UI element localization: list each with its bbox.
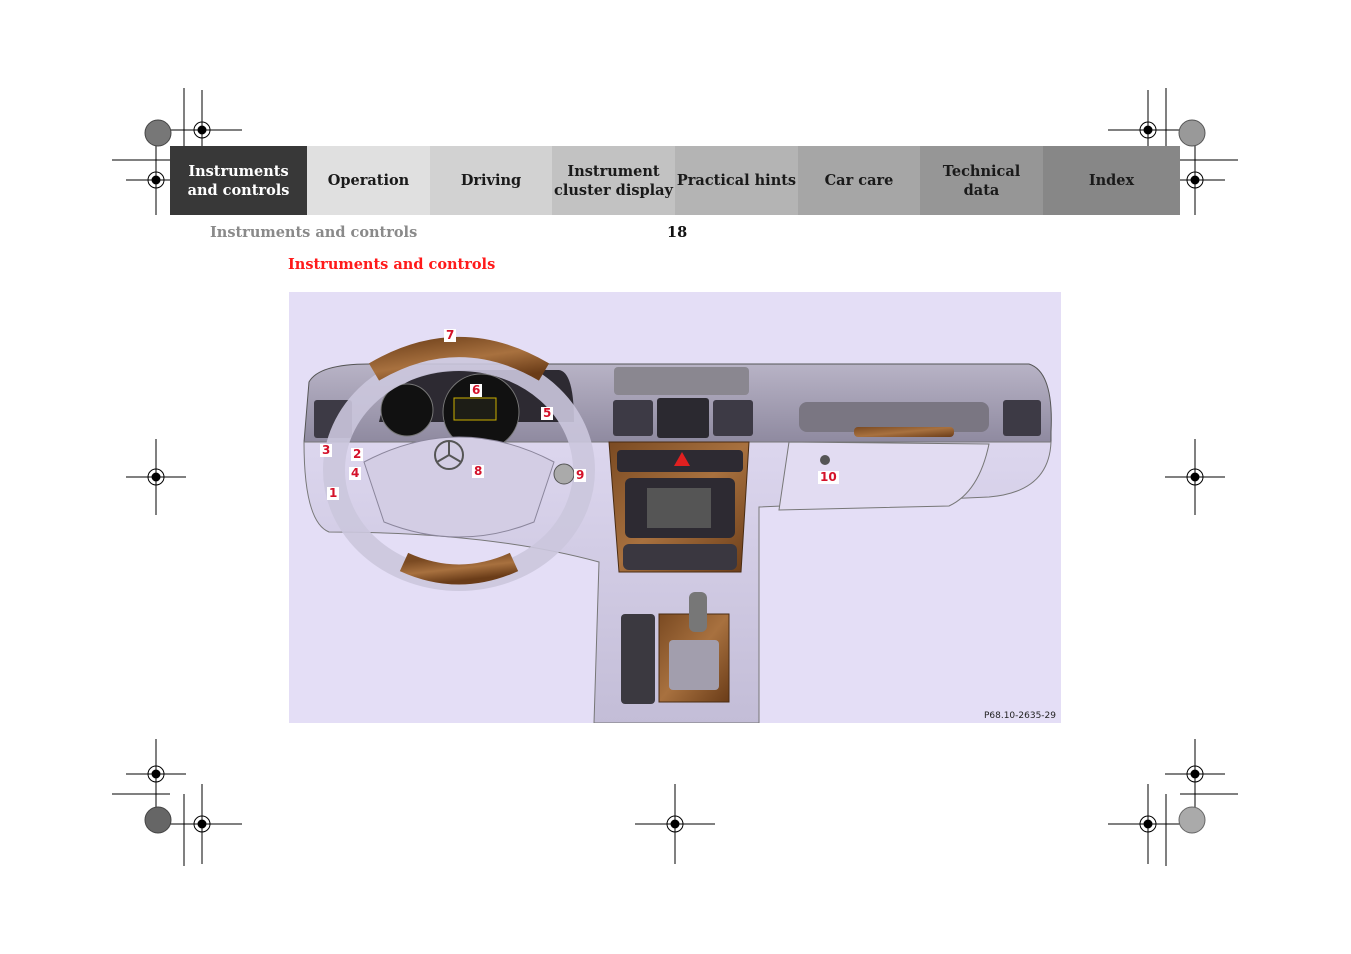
dashboard-drawing [303,337,1052,723]
glovebox-lock-icon [820,455,830,465]
tab-operation[interactable]: Operation [307,146,430,215]
callout-9: 9 [574,468,587,482]
page-number: 18 [667,224,688,241]
running-header: Instruments and controls [210,224,418,241]
chapter-nav: Instruments and controls Operation Drivi… [170,146,1180,215]
tab-label: Practical hints [676,172,797,189]
callout-8: 8 [472,464,485,478]
tab-label: Instruments and controls [187,162,290,199]
callout-10: 10 [818,470,839,484]
tab-instruments-and-controls[interactable]: Instruments and controls [170,146,307,215]
callout-3: 3 [320,443,333,457]
tab-practical-hints[interactable]: Practical hints [675,146,798,215]
tab-label: Car care [824,172,894,189]
figure-code: P68.10-2635-29 [983,711,1056,721]
tab-label: Instrument cluster display [554,162,673,199]
section-title: Instruments and controls [288,256,496,273]
tab-car-care[interactable]: Car care [798,146,920,215]
tab-label: Index [1088,172,1135,189]
callout-7: 7 [444,328,457,342]
air-vent-center-right [713,400,753,436]
callout-5: 5 [541,406,554,420]
callout-1: 1 [327,486,340,500]
air-vent-center-left [613,400,653,436]
dashboard-illustration: 1 2 3 4 5 6 7 8 9 10 P68.10-2635-29 [289,292,1061,723]
tab-instrument-cluster-display[interactable]: Instrument cluster display [552,146,675,215]
tab-driving[interactable]: Driving [430,146,552,215]
tab-label: Operation [327,172,410,189]
callout-2: 2 [351,447,364,461]
tab-index[interactable]: Index [1043,146,1180,215]
window-switches [657,398,709,438]
tab-technical-data[interactable]: Technical data [920,146,1043,215]
tab-label: Driving [460,172,522,189]
air-vent-right [1003,400,1041,436]
callout-4: 4 [349,466,362,480]
callout-6: 6 [470,383,483,397]
multifunction-display [453,397,497,421]
ignition-lock-icon [553,463,575,485]
tab-label: Technical data [942,162,1021,199]
